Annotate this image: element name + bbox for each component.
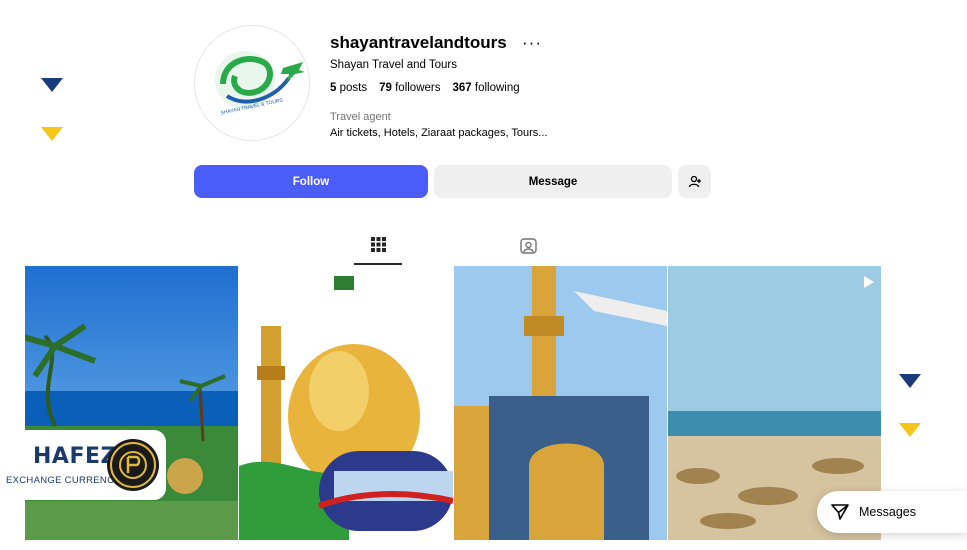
shrine-airplane-image <box>454 266 667 540</box>
grid-icon <box>370 237 386 252</box>
profile-avatar[interactable]: SHAYAN TRAVEL & TOURS <box>194 25 310 141</box>
send-icon <box>831 504 849 520</box>
shrine-train-image <box>239 266 453 540</box>
messages-label: Messages <box>859 505 916 519</box>
brand-overlay: HAFEZ EXCHANGE CURRENCY <box>0 430 166 500</box>
following-stat[interactable]: 367 following <box>453 82 520 94</box>
deco-triangle-blue <box>41 78 63 92</box>
add-user-icon <box>688 175 701 187</box>
logo-image: SHAYAN TRAVEL & TOURS <box>215 51 305 117</box>
followers-stat[interactable]: 79 followers <box>379 82 440 94</box>
tab-posts[interactable] <box>354 237 402 265</box>
tagged-icon <box>519 238 537 254</box>
deco-triangle-blue <box>899 374 921 388</box>
brand-seal-icon <box>107 439 159 491</box>
posts-stat: 5 posts <box>330 82 368 94</box>
profile-category: Travel agent <box>330 111 391 123</box>
brand-subtitle: EXCHANGE CURRENCY <box>6 475 121 486</box>
tab-tagged[interactable] <box>504 237 552 263</box>
profile-username: shayantravelandtours <box>330 33 507 52</box>
message-button[interactable]: Message <box>434 165 672 198</box>
deco-triangle-yellow <box>899 423 921 437</box>
deco-triangle-yellow <box>41 127 63 141</box>
more-options-icon[interactable]: ··· <box>522 33 542 53</box>
profile-bio: Air tickets, Hotels, Ziaraat packages, T… <box>330 127 548 139</box>
profile-full-name: Shayan Travel and Tours <box>330 59 458 71</box>
add-user-button[interactable] <box>678 165 711 198</box>
messages-button[interactable]: Messages <box>817 491 967 533</box>
profile-stats: 5 posts 79 followers 367 following <box>330 82 520 94</box>
brand-title: HAFEZ <box>33 444 117 469</box>
post-tile-shrine-train[interactable] <box>239 266 453 540</box>
follow-button[interactable]: Follow <box>194 165 428 198</box>
post-tile-shrine-airplane[interactable] <box>454 266 667 540</box>
